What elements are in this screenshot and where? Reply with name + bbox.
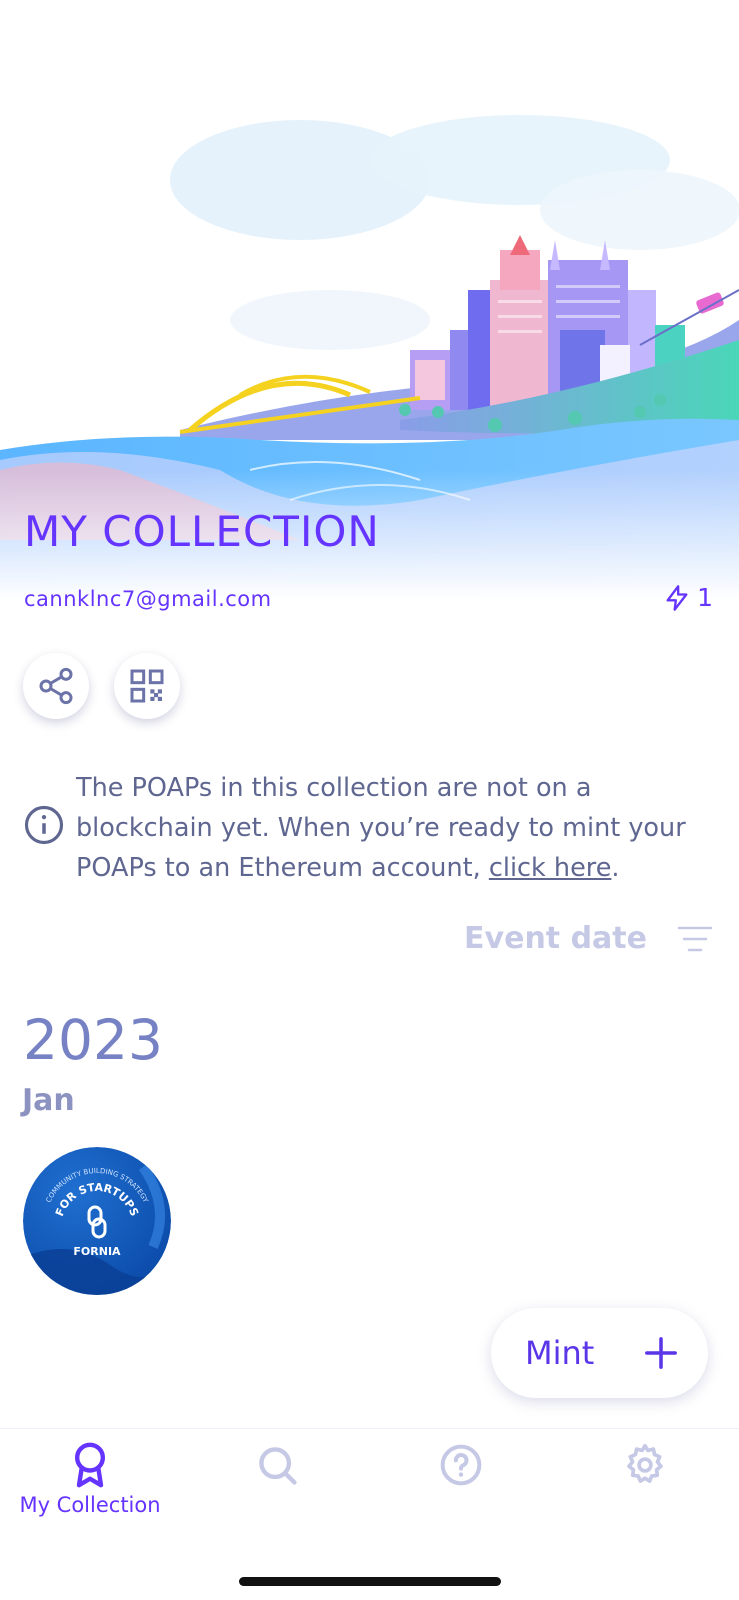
tab-search[interactable] xyxy=(232,1441,322,1489)
power-count: 1 xyxy=(697,583,713,612)
home-indicator[interactable] xyxy=(239,1577,501,1586)
info-icon xyxy=(24,805,64,845)
info-text: The POAPs in this collection are not on … xyxy=(76,768,723,888)
badge-bottom-text: FORNIA xyxy=(73,1245,121,1258)
info-text-end: . xyxy=(611,853,620,883)
qr-code-icon xyxy=(130,669,164,703)
mint-button[interactable]: Mint xyxy=(491,1308,708,1398)
tab-help[interactable] xyxy=(416,1441,506,1489)
tab-settings[interactable] xyxy=(600,1441,690,1489)
plus-icon xyxy=(645,1337,677,1369)
sort-control[interactable]: Event date xyxy=(464,921,713,956)
tab-my-collection[interactable]: My Collection xyxy=(19,1441,161,1517)
search-icon xyxy=(259,1447,297,1485)
sort-label: Event date xyxy=(464,921,647,956)
bottom-tab-bar: My Collection xyxy=(0,1428,739,1600)
qr-code-button[interactable] xyxy=(114,653,180,719)
tab-label: My Collection xyxy=(19,1493,161,1517)
share-button[interactable] xyxy=(23,653,89,719)
lightning-bolt-icon xyxy=(666,584,688,611)
mint-label: Mint xyxy=(525,1334,595,1372)
filter-lines-icon xyxy=(677,926,713,951)
year-heading: 2023 xyxy=(23,1008,163,1072)
power-counter[interactable]: 1 xyxy=(663,583,713,612)
month-heading: Jan xyxy=(22,1083,75,1118)
ribbon-award-icon xyxy=(74,1442,106,1488)
page-title: MY COLLECTION xyxy=(24,507,380,556)
poap-badge-artwork: COMMUNITY BUILDING STRATEGY FOR STARTUPS… xyxy=(23,1147,171,1295)
help-circle-icon xyxy=(440,1444,482,1486)
account-email: cannklnc7@gmail.com xyxy=(24,587,272,611)
share-icon xyxy=(39,667,73,705)
blockchain-info-notice: The POAPs in this collection are not on … xyxy=(23,768,723,888)
mint-info-link[interactable]: click here xyxy=(489,853,612,883)
poap-badge[interactable]: COMMUNITY BUILDING STRATEGY FOR STARTUPS… xyxy=(23,1147,171,1295)
gear-icon xyxy=(627,1443,663,1483)
